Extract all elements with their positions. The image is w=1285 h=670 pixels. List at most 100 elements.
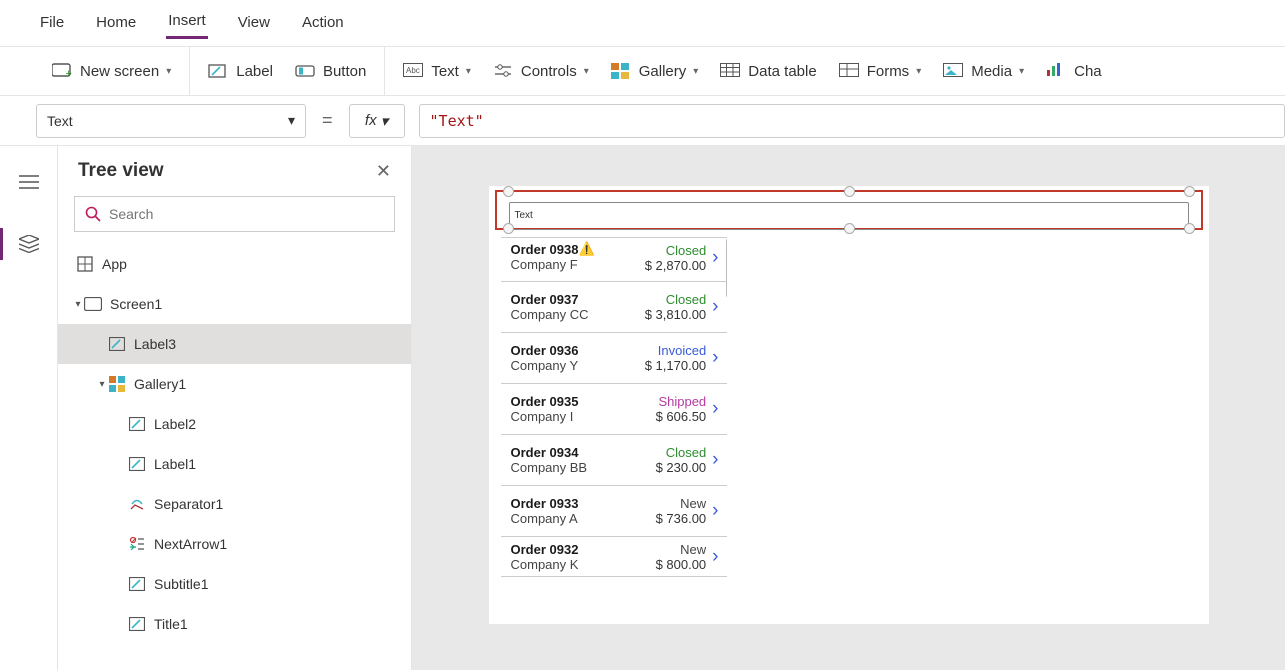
text-icon: Abc: [403, 63, 423, 79]
insert-media-button[interactable]: Media ▾: [943, 63, 1024, 80]
close-panel-button[interactable]: ✕: [376, 161, 391, 182]
tree-item-label3[interactable]: Label3: [58, 324, 411, 364]
status-label: New: [628, 496, 706, 511]
svg-text:+: +: [66, 68, 72, 79]
insert-label-button[interactable]: Label: [208, 63, 273, 80]
property-selector[interactable]: Text ▾: [36, 104, 306, 138]
forms-icon: [839, 63, 859, 79]
chevron-right-icon[interactable]: ›: [712, 546, 718, 568]
insert-controls-button[interactable]: Controls ▾: [493, 63, 589, 80]
media-icon: [943, 63, 963, 79]
warning-icon: ⚠️: [579, 241, 595, 257]
layers-icon: [19, 235, 39, 253]
tree-item-app[interactable]: App: [58, 244, 411, 284]
button-icon: [295, 63, 315, 79]
property-selector-value: Text: [47, 113, 73, 129]
tree-item-label: Screen1: [110, 296, 162, 312]
tree-view-panel: Tree view ✕ App▾Screen1Label3▾Gallery1La…: [58, 146, 412, 670]
chevron-down-icon: ▾: [1019, 66, 1024, 77]
insert-charts-button[interactable]: Cha: [1046, 63, 1102, 80]
company-name: Company I: [511, 409, 629, 424]
tree-item-gallery1[interactable]: ▾Gallery1: [58, 364, 411, 404]
formula-input[interactable]: [419, 104, 1285, 138]
chevron-right-icon[interactable]: ›: [712, 449, 718, 471]
rail-tree-view[interactable]: [0, 222, 58, 266]
menu-insert[interactable]: Insert: [166, 6, 208, 39]
formula-bar: Text ▾ = fx ▾: [0, 96, 1285, 146]
order-id: Order 0935: [511, 394, 629, 409]
insert-gallery-button[interactable]: Gallery ▾: [611, 63, 699, 80]
tree-item-nextarrow1[interactable]: NextArrow1: [58, 524, 411, 564]
order-id: Order 0933: [511, 496, 629, 511]
gallery-row[interactable]: Order 0933Company ANew$ 736.00›: [501, 486, 727, 537]
fx-button[interactable]: fx ▾: [349, 104, 405, 138]
menu-view[interactable]: View: [236, 8, 272, 37]
chevron-down-icon: ▾: [466, 66, 471, 77]
insert-text-button[interactable]: Abc Text ▾: [403, 63, 471, 80]
gallery-row[interactable]: Order 0934Company BBClosed$ 230.00›: [501, 435, 727, 486]
company-name: Company F: [511, 257, 629, 272]
search-icon: [85, 206, 101, 222]
chevron-right-icon[interactable]: ›: [712, 500, 718, 522]
chevron-down-icon: ▾: [584, 66, 589, 77]
menu-bar: File Home Insert View Action: [0, 0, 1285, 46]
tree-item-label1[interactable]: Label1: [58, 444, 411, 484]
chevron-right-icon[interactable]: ›: [712, 347, 718, 369]
resize-handle[interactable]: [1184, 223, 1195, 234]
insert-forms-label: Forms: [867, 63, 910, 80]
amount-label: $ 2,870.00: [628, 258, 706, 273]
gallery-row[interactable]: Order 0932Company KNew$ 800.00›: [501, 537, 727, 577]
amount-label: $ 3,810.00: [628, 307, 706, 322]
order-id: Order 0938⚠️: [511, 242, 629, 257]
resize-handle[interactable]: [844, 186, 855, 197]
insert-datatable-button[interactable]: Data table: [720, 63, 816, 80]
gallery-row[interactable]: Order 0935Company IShipped$ 606.50›: [501, 384, 727, 435]
selected-label-control[interactable]: Text: [495, 190, 1203, 230]
gallery-row[interactable]: Order 0936Company YInvoiced$ 1,170.00›: [501, 333, 727, 384]
tree-item-subtitle1[interactable]: Subtitle1: [58, 564, 411, 604]
menu-file[interactable]: File: [38, 8, 66, 37]
insert-text-label: Text: [431, 63, 459, 80]
gallery-preview[interactable]: Order 0938⚠️Company FClosed$ 2,870.00›Or…: [501, 237, 727, 624]
new-screen-button[interactable]: + New screen ▾: [52, 63, 171, 80]
label-icon: [108, 335, 126, 353]
caret-icon[interactable]: ▾: [72, 299, 84, 310]
status-label: Closed: [628, 243, 706, 258]
tree-item-title1[interactable]: Title1: [58, 604, 411, 644]
label-icon: [128, 615, 146, 633]
chevron-right-icon[interactable]: ›: [712, 247, 718, 269]
tree-item-separator1[interactable]: Separator1: [58, 484, 411, 524]
status-label: Shipped: [628, 394, 706, 409]
tree-item-label: App: [102, 256, 127, 272]
insert-button-button[interactable]: Button: [295, 63, 366, 80]
tree-item-label: Separator1: [154, 496, 223, 512]
charts-icon: [1046, 63, 1066, 79]
tree-item-label: Label3: [134, 336, 176, 352]
caret-icon[interactable]: ▾: [96, 379, 108, 390]
equals-sign: =: [320, 110, 335, 131]
tree-item-screen1[interactable]: ▾ Screen1: [58, 284, 411, 324]
tree-view-title: Tree view: [78, 160, 164, 182]
menu-action[interactable]: Action: [300, 8, 346, 37]
insert-forms-button[interactable]: Forms ▾: [839, 63, 922, 80]
insert-gallery-label: Gallery: [639, 63, 687, 80]
gallery-row[interactable]: Order 0938⚠️Company FClosed$ 2,870.00 ›: [501, 238, 727, 282]
gallery-row[interactable]: Order 0937Company CCClosed$ 3,810.00›: [501, 282, 727, 333]
label-icon: [128, 415, 146, 433]
controls-icon: [493, 63, 513, 79]
tree-search[interactable]: [74, 196, 395, 232]
menu-home[interactable]: Home: [94, 8, 138, 37]
resize-handle[interactable]: [844, 223, 855, 234]
canvas-area[interactable]: Text Order 0938⚠️Company FClosed$ 2,870.…: [412, 146, 1285, 670]
label-icon: [128, 575, 146, 593]
resize-handle[interactable]: [1184, 186, 1195, 197]
new-screen-label: New screen: [80, 63, 159, 80]
rail-hamburger[interactable]: [0, 160, 58, 204]
tree-item-label2[interactable]: Label2: [58, 404, 411, 444]
resize-handle[interactable]: [503, 186, 514, 197]
chevron-right-icon[interactable]: ›: [712, 296, 718, 318]
gallery-icon: [108, 375, 126, 393]
tree-search-input[interactable]: [109, 206, 384, 222]
resize-handle[interactable]: [503, 223, 514, 234]
chevron-right-icon[interactable]: ›: [712, 398, 718, 420]
